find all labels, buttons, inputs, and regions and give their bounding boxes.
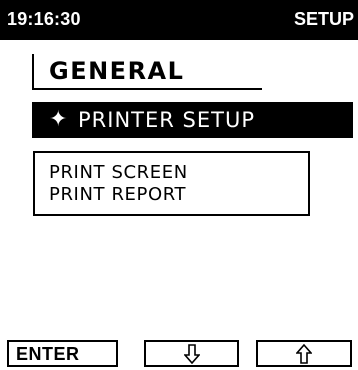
arrow-down-outline-icon	[183, 344, 200, 364]
section-title: GENERAL	[49, 57, 185, 85]
submenu-item-print-screen[interactable]: PRINT SCREEN	[49, 162, 188, 183]
enter-button-label: ENTER	[16, 344, 80, 364]
status-bar: 19:16:30 SETUP	[0, 0, 358, 40]
section-title-frame: GENERAL	[32, 54, 262, 90]
clock-time: 19:16:30	[7, 9, 81, 29]
scroll-up-button[interactable]	[256, 340, 352, 367]
device-screen: 19:16:30 SETUP GENERAL ✦ PRINTER SETUP P…	[0, 0, 358, 370]
menu-item-printer-setup[interactable]: ✦ PRINTER SETUP	[32, 102, 353, 138]
mode-label: SETUP	[293, 9, 354, 29]
four-point-star-selector-icon: ✦	[49, 107, 68, 132]
scroll-down-button[interactable]	[144, 340, 239, 367]
menu-item-label: PRINTER SETUP	[78, 108, 255, 132]
enter-button[interactable]: ENTER	[7, 340, 118, 367]
submenu-item-print-report[interactable]: PRINT REPORT	[49, 184, 186, 205]
arrow-up-outline-icon	[296, 344, 312, 364]
submenu-box: PRINT SCREEN PRINT REPORT	[33, 151, 310, 216]
